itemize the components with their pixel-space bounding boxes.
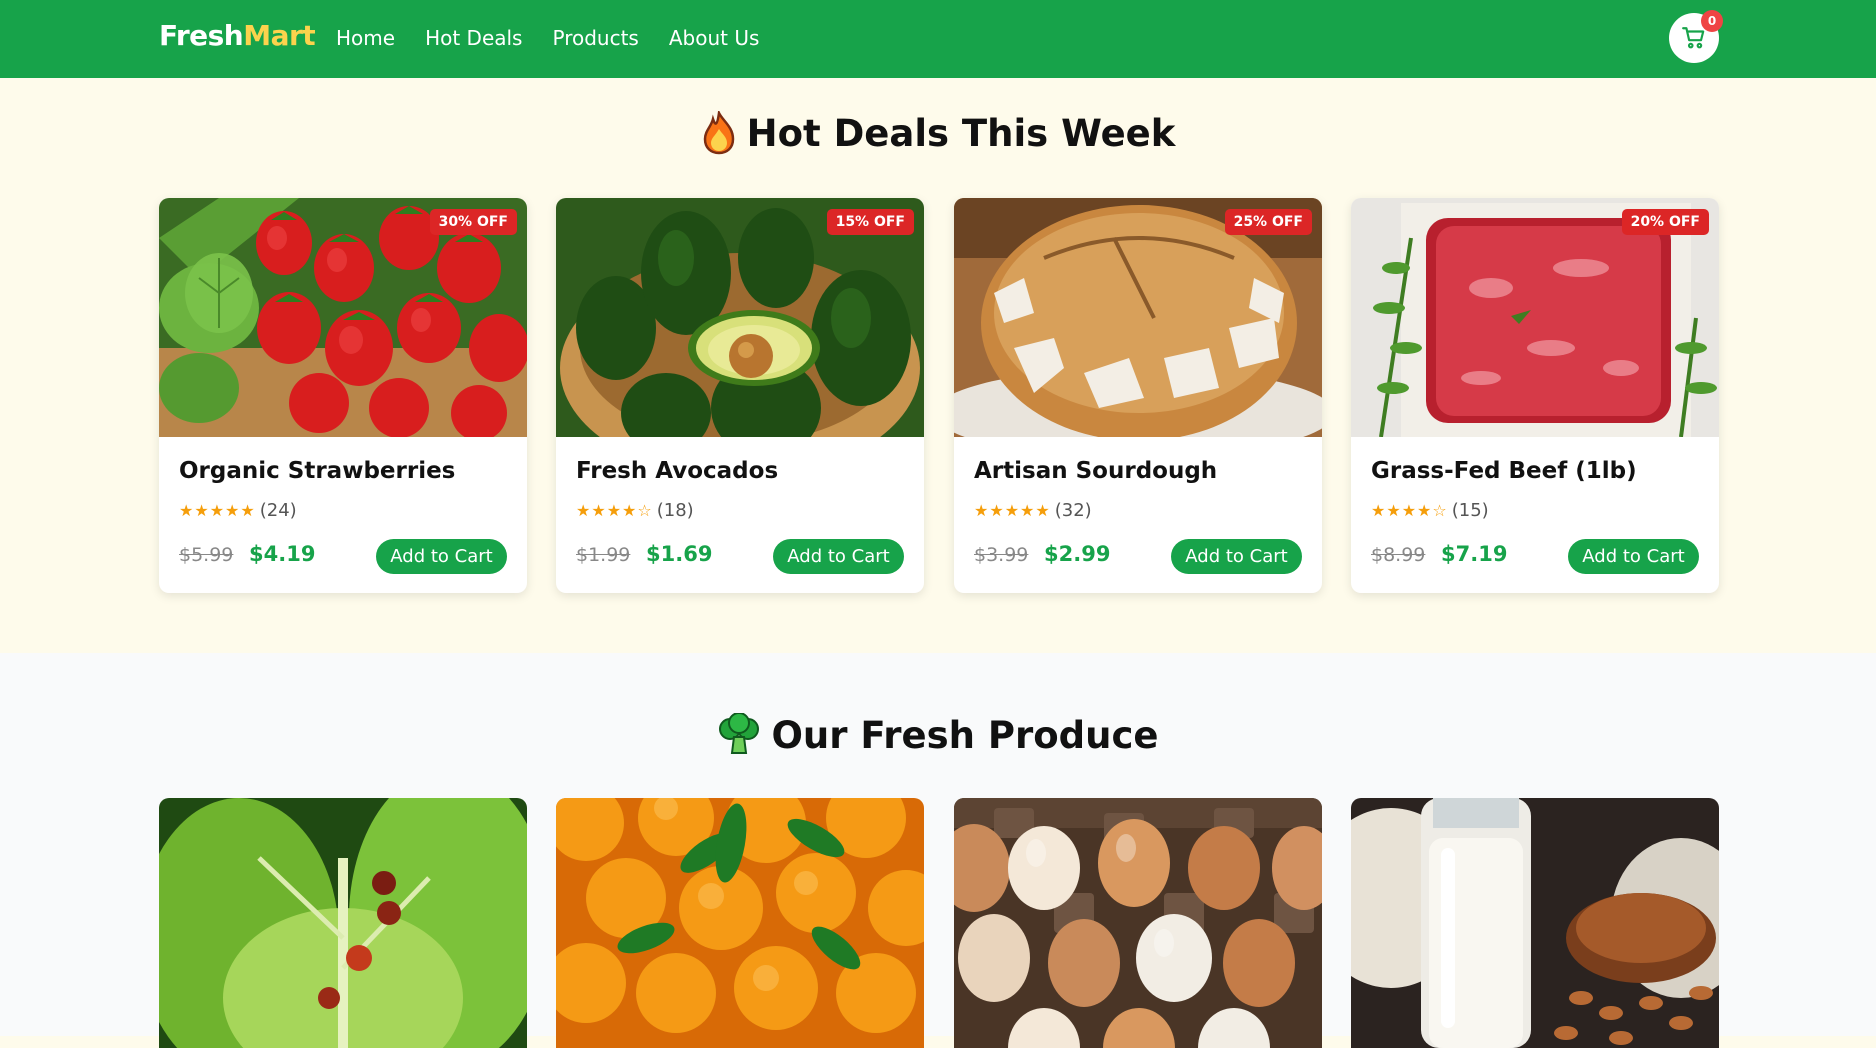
hot-deals-section: Hot Deals This Week 30% OFF Organic Stra… xyxy=(0,78,1876,653)
fire-icon xyxy=(703,111,734,155)
fresh-produce-section: Our Fresh Produce xyxy=(0,653,1876,1048)
star-rating: ★★★★☆ xyxy=(1371,501,1448,520)
product-name[interactable]: Fresh Avocados xyxy=(576,458,778,484)
produce-image-oranges[interactable] xyxy=(556,798,924,1048)
discount-badge: 20% OFF xyxy=(1621,209,1709,235)
review-count: (15) xyxy=(1451,500,1489,521)
sale-price: $4.19 xyxy=(249,542,316,566)
product-name[interactable]: Organic Strawberries xyxy=(179,458,455,484)
nav-about-us[interactable]: About Us xyxy=(669,26,760,50)
hot-deals-title: Hot Deals This Week xyxy=(746,111,1176,155)
original-price: $3.99 xyxy=(974,544,1029,566)
logo-main: Fresh xyxy=(159,19,244,52)
product-card: 25% OFF Artisan Sourdough ★★★★★ (32) $3.… xyxy=(954,198,1322,593)
product-image-sourdough[interactable]: 25% OFF xyxy=(954,198,1322,437)
product-image-beef[interactable]: 20% OFF xyxy=(1351,198,1719,437)
discount-badge: 25% OFF xyxy=(1224,209,1312,235)
add-to-cart-button[interactable]: Add to Cart xyxy=(1568,539,1699,574)
produce-image-eggs[interactable] xyxy=(954,798,1322,1048)
product-image-avocados[interactable]: 15% OFF xyxy=(556,198,924,437)
product-rating: ★★★★☆ (15) xyxy=(1371,500,1489,521)
broccoli-icon xyxy=(719,713,760,754)
product-name[interactable]: Grass-Fed Beef (1lb) xyxy=(1371,458,1637,484)
review-count: (18) xyxy=(656,500,694,521)
fresh-produce-heading: Our Fresh Produce xyxy=(0,713,1876,757)
discount-badge: 15% OFF xyxy=(826,209,914,235)
hot-deals-heading: Hot Deals This Week xyxy=(0,111,1876,155)
product-name[interactable]: Artisan Sourdough xyxy=(974,458,1217,484)
sale-price: $2.99 xyxy=(1044,542,1111,566)
product-rating: ★★★★★ (24) xyxy=(179,500,297,521)
logo[interactable]: FreshMart xyxy=(159,19,316,52)
star-rating: ★★★★★ xyxy=(179,501,256,520)
star-rating: ★★★★☆ xyxy=(576,501,653,520)
review-count: (24) xyxy=(259,500,297,521)
cart-icon xyxy=(1682,27,1705,49)
add-to-cart-button[interactable]: Add to Cart xyxy=(376,539,507,574)
add-to-cart-button[interactable]: Add to Cart xyxy=(1171,539,1302,574)
nav-hot-deals[interactable]: Hot Deals xyxy=(425,26,522,50)
original-price: $5.99 xyxy=(179,544,234,566)
cart-count-badge: 0 xyxy=(1701,10,1723,32)
site-header: FreshMart Home Hot Deals Products About … xyxy=(0,0,1876,78)
product-card: 20% OFF Grass-Fed Beef (1lb) ★★★★☆ (15) … xyxy=(1351,198,1719,593)
produce-image-lettuce[interactable] xyxy=(159,798,527,1048)
sale-price: $1.69 xyxy=(646,542,713,566)
product-rating: ★★★★★ (32) xyxy=(974,500,1092,521)
product-card: 15% OFF Fresh Avocados ★★★★☆ (18) $1.99 … xyxy=(556,198,924,593)
original-price: $1.99 xyxy=(576,544,631,566)
produce-image-milk[interactable] xyxy=(1351,798,1719,1048)
review-count: (32) xyxy=(1054,500,1092,521)
discount-badge: 30% OFF xyxy=(429,209,517,235)
star-rating: ★★★★★ xyxy=(974,501,1051,520)
main-nav: Home Hot Deals Products About Us xyxy=(336,26,759,50)
product-image-strawberries[interactable]: 30% OFF xyxy=(159,198,527,437)
nav-home[interactable]: Home xyxy=(336,26,395,50)
original-price: $8.99 xyxy=(1371,544,1426,566)
logo-accent: Mart xyxy=(243,19,316,52)
fresh-produce-title: Our Fresh Produce xyxy=(771,713,1159,757)
add-to-cart-button[interactable]: Add to Cart xyxy=(773,539,904,574)
product-card: 30% OFF Organic Strawberries ★★★★★ (24) … xyxy=(159,198,527,593)
nav-products[interactable]: Products xyxy=(552,26,638,50)
product-rating: ★★★★☆ (18) xyxy=(576,500,694,521)
sale-price: $7.19 xyxy=(1441,542,1508,566)
